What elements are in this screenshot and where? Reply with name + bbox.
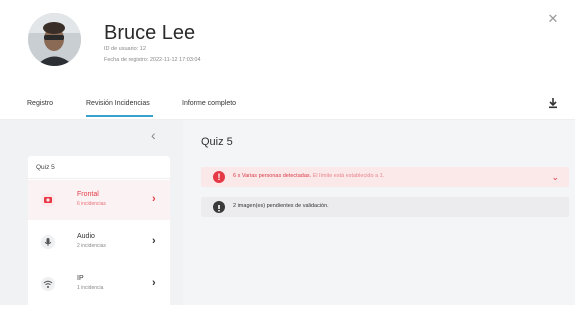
tab-registro[interactable]: Registro	[27, 100, 53, 107]
sidebar-item-count: 2 incidencias	[77, 243, 106, 249]
user-name: Bruce Lee	[104, 22, 196, 44]
page-title: Quiz 5	[201, 136, 233, 148]
download-icon[interactable]	[547, 97, 559, 109]
review-panel: ‹ Quiz 5 Frontal 6 incidencias › Audio 2…	[0, 120, 575, 316]
chevron-right-icon: ›	[152, 193, 156, 205]
divider	[28, 178, 170, 179]
alert-message: 6 x Varias personas detectadas. El límit…	[233, 173, 384, 179]
sidebar-item-frontal[interactable]: Frontal 6 incidencias ›	[28, 180, 170, 220]
sidebar-item-audio[interactable]: Audio 2 incidencias ›	[28, 222, 170, 262]
sidebar-item-ip[interactable]: IP 1 incidencia ›	[28, 264, 170, 304]
sidebar: ‹ Quiz 5 Frontal 6 incidencias › Audio 2…	[0, 120, 183, 316]
microphone-icon	[41, 235, 55, 249]
alert-icon: !	[213, 171, 225, 183]
user-id: ID de usuario: 12	[104, 46, 146, 52]
wifi-icon	[41, 277, 55, 291]
camera-icon	[41, 193, 55, 207]
tab-revision-incidencias[interactable]: Revisión Incidencias	[86, 100, 150, 107]
avatar	[28, 13, 81, 66]
incident-detail: Quiz 5 ! 6 x Varias personas detectadas.…	[183, 120, 575, 305]
incident-alert[interactable]: ! 6 x Varias personas detectadas. El lím…	[201, 167, 569, 187]
chevron-right-icon: ›	[152, 235, 156, 247]
alert-limit-text: El límite está establecido a 1.	[312, 173, 385, 179]
chevron-down-icon[interactable]: ⌄	[551, 171, 559, 183]
tab-informe-completo[interactable]: Informe completo	[182, 100, 236, 107]
registration-date: Fecha de registro: 2022-11-12 17:03:04	[104, 57, 201, 63]
quiz-label: Quiz 5	[36, 164, 55, 171]
alert-main-text: 6 x Varias personas detectadas.	[233, 173, 312, 179]
pending-icon	[213, 201, 225, 213]
tab-bar: Registro Revisión Incidencias Informe co…	[0, 93, 575, 120]
chevron-right-icon: ›	[152, 277, 156, 289]
pending-validation-banner: 2 imagen(es) pendientes de validación.	[201, 197, 569, 217]
collapse-chevron-icon[interactable]: ‹	[151, 128, 161, 142]
sidebar-item-count: 6 incidencias	[77, 201, 106, 207]
pending-message: 2 imagen(es) pendientes de validación.	[233, 203, 329, 209]
quiz-card: Quiz 5 Frontal 6 incidencias › Audio 2 i…	[28, 156, 170, 316]
sidebar-item-label: Audio	[77, 233, 95, 240]
sidebar-item-label: IP	[77, 275, 84, 282]
sidebar-item-label: Frontal	[77, 191, 99, 198]
close-icon[interactable]: ✕	[546, 12, 560, 26]
profile-header: Bruce Lee ID de usuario: 12 Fecha de reg…	[0, 0, 575, 80]
sidebar-item-count: 1 incidencia	[77, 285, 104, 291]
active-tab-indicator	[86, 115, 153, 117]
